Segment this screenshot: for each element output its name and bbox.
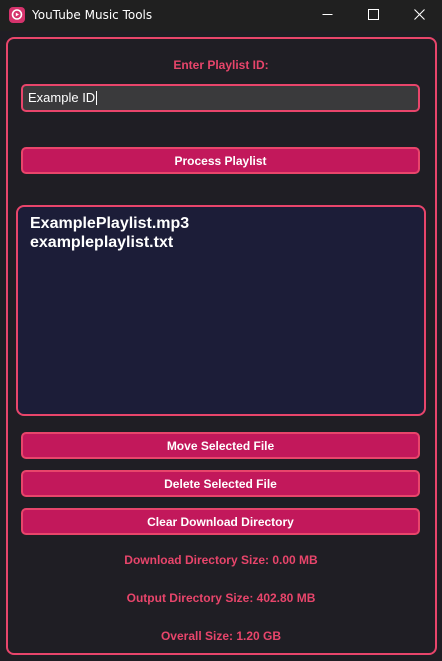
overall-size: Overall Size: 1.20 GB bbox=[160, 629, 282, 643]
file-list-item[interactable]: ExamplePlaylist.mp3 bbox=[30, 214, 424, 233]
close-button[interactable] bbox=[396, 0, 442, 31]
download-directory-size: Download Directory Size: 0.00 MB bbox=[124, 553, 318, 567]
output-directory-size: Output Directory Size: 402.80 MB bbox=[126, 591, 316, 605]
text-caret bbox=[96, 91, 98, 105]
delete-selected-file-button[interactable]: Delete Selected File bbox=[21, 470, 420, 497]
process-playlist-button[interactable]: Process Playlist bbox=[21, 147, 420, 174]
window-title: YouTube Music Tools bbox=[32, 8, 153, 22]
file-listbox[interactable]: ExamplePlaylist.mp3 exampleplaylist.txt bbox=[16, 205, 426, 416]
minimize-button[interactable] bbox=[304, 0, 350, 31]
close-icon bbox=[413, 7, 425, 25]
title-bar[interactable]: YouTube Music Tools bbox=[0, 0, 442, 31]
maximize-icon bbox=[367, 7, 379, 25]
file-list-item[interactable]: exampleplaylist.txt bbox=[30, 233, 424, 252]
minimize-icon bbox=[322, 7, 333, 25]
playlist-id-label: Enter Playlist ID: bbox=[173, 58, 269, 72]
move-selected-file-button[interactable]: Move Selected File bbox=[21, 432, 420, 459]
playlist-id-input[interactable]: Example ID bbox=[21, 84, 420, 112]
app-logo-icon bbox=[9, 7, 25, 23]
app-window: YouTube Music Tools Enter Playlist ID: E… bbox=[0, 0, 442, 661]
playlist-id-input-value: Example ID bbox=[28, 90, 96, 105]
maximize-button[interactable] bbox=[350, 0, 396, 31]
clear-download-directory-button[interactable]: Clear Download Directory bbox=[21, 508, 420, 535]
